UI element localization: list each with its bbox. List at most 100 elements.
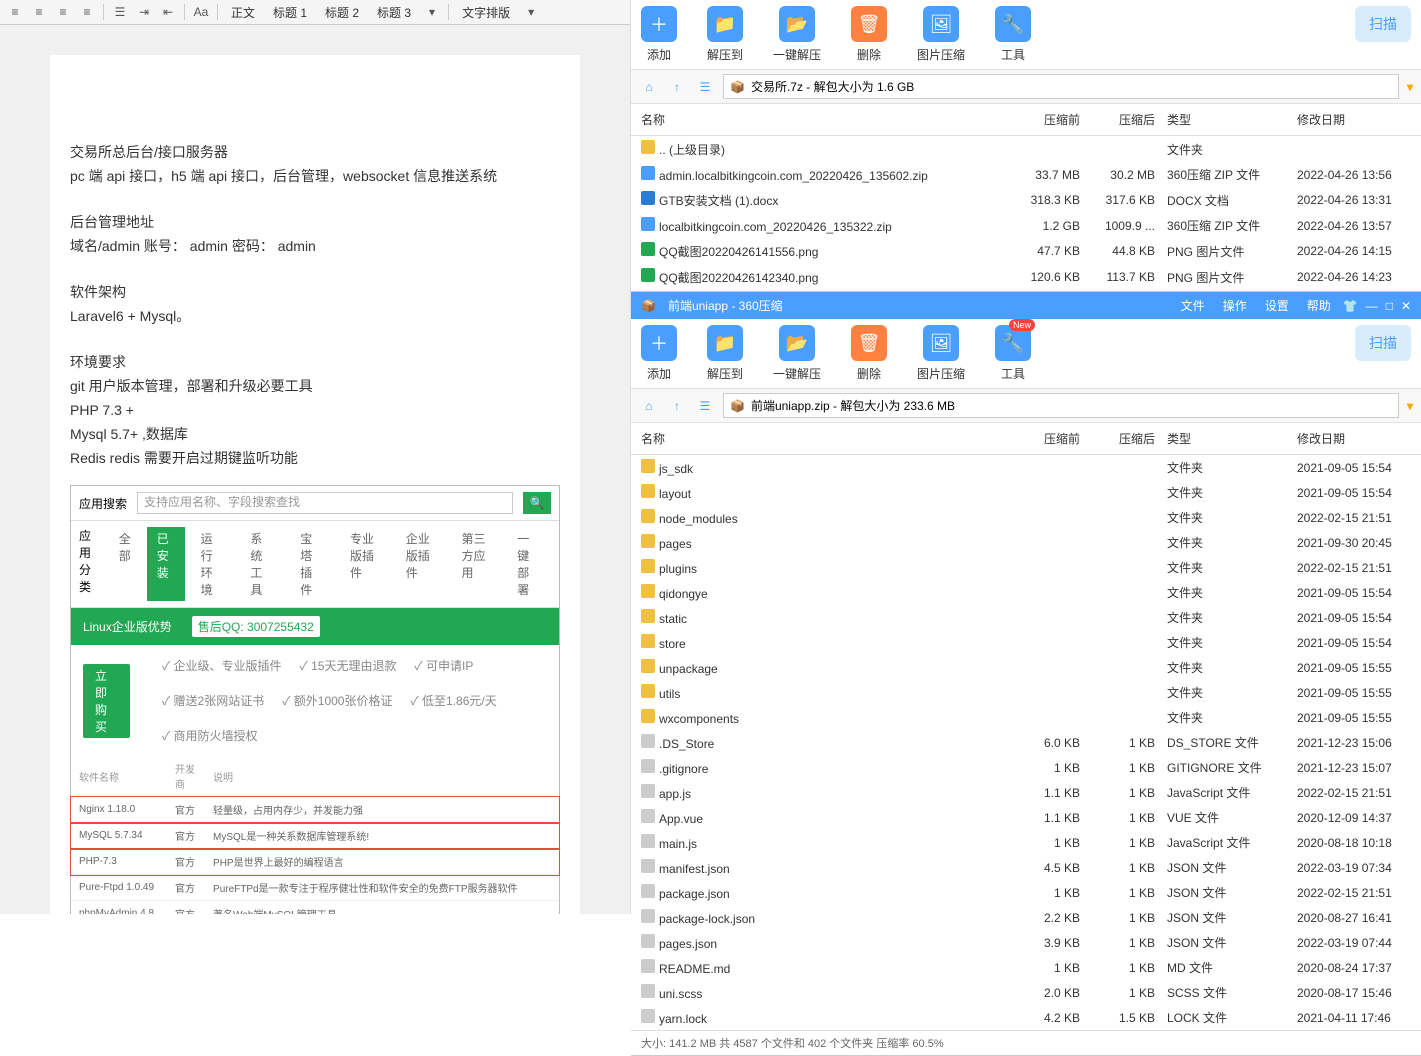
menu-settings[interactable]: 设置	[1265, 297, 1289, 314]
col-name[interactable]: 名称	[631, 427, 1011, 450]
file-row[interactable]: QQ截图20220426142354.png110.5 KB110.3 KBPN…	[631, 290, 1421, 291]
delete-button[interactable]: 🗑删除	[851, 325, 887, 382]
add-button[interactable]: ＋添加	[641, 325, 677, 382]
extract-to-button[interactable]: 📁解压到	[707, 325, 743, 382]
home-icon[interactable]: ⌂	[639, 77, 659, 97]
file-row[interactable]: README.md1 KB1 KBMD 文件2020-08-24 17:37	[631, 955, 1421, 980]
layout-drop-icon[interactable]: ▾	[520, 3, 542, 21]
col-date[interactable]: 修改日期	[1291, 427, 1421, 450]
menu-file[interactable]: 文件	[1181, 297, 1205, 314]
up-icon[interactable]: ↑	[667, 396, 687, 416]
file-row[interactable]: package.json1 KB1 KBJSON 文件2022-02-15 21…	[631, 880, 1421, 905]
file-row[interactable]: QQ截图20220426142340.png120.6 KB113.7 KBPN…	[631, 264, 1421, 290]
file-row[interactable]: localbitkingcoin.com_20220426_135322.zip…	[631, 213, 1421, 238]
file-row[interactable]: plugins文件夹2022-02-15 21:51	[631, 555, 1421, 580]
style-h1[interactable]: 标题 1	[265, 4, 315, 21]
file-row[interactable]: QQ截图20220426141556.png47.7 KB44.8 KBPNG …	[631, 238, 1421, 264]
style-h2[interactable]: 标题 2	[317, 4, 367, 21]
menu-help[interactable]: 帮助	[1307, 297, 1331, 314]
file-row[interactable]: node_modules文件夹2022-02-15 21:51	[631, 505, 1421, 530]
extract-to-button[interactable]: 📁解压到	[707, 6, 743, 63]
file-row[interactable]: pages文件夹2021-09-30 20:45	[631, 530, 1421, 555]
align-left-icon[interactable]: ≡	[4, 3, 26, 21]
style-more-icon[interactable]: ▾	[421, 3, 443, 21]
one-click-button[interactable]: 📂一键解压	[773, 6, 821, 63]
scan-button[interactable]: 扫描	[1355, 325, 1411, 361]
doc-line: 域名/admin 账号： admin 密码： admin	[70, 235, 560, 257]
up-icon[interactable]: ↑	[667, 77, 687, 97]
col-after[interactable]: 压缩后	[1086, 108, 1161, 131]
document-area[interactable]: 交易所总后台/接口服务器 pc 端 api 接口，h5 端 api 接口，后台管…	[0, 25, 630, 914]
file-row[interactable]: pages.json3.9 KB1 KBJSON 文件2022-03-19 07…	[631, 930, 1421, 955]
list-view-icon[interactable]: ☰	[695, 77, 715, 97]
path-dropdown-icon[interactable]: ▾	[1407, 399, 1413, 413]
file-row[interactable]: App.vue1.1 KB1 KBVUE 文件2020-12-09 14:37	[631, 805, 1421, 830]
maximize-icon[interactable]: □	[1386, 299, 1393, 313]
file-row[interactable]: qidongye文件夹2021-09-05 15:54	[631, 580, 1421, 605]
file-row[interactable]: app.js1.1 KB1 KBJavaScript 文件2022-02-15 …	[631, 780, 1421, 805]
file-row[interactable]: store文件夹2021-09-05 15:54	[631, 630, 1421, 655]
text-layout[interactable]: 文字排版	[454, 4, 518, 21]
extract-icon: 📁	[707, 325, 743, 361]
menu-operation[interactable]: 操作	[1223, 297, 1247, 314]
panel-tab: 一键部署	[507, 527, 551, 601]
outdent-icon[interactable]: ⇤	[157, 3, 179, 21]
img-compress-button[interactable]: 🖼图片压缩	[917, 6, 965, 63]
skin-icon[interactable]: 👕	[1343, 299, 1358, 313]
col-before[interactable]: 压缩前	[1011, 427, 1086, 450]
align-justify-icon[interactable]: ≡	[76, 3, 98, 21]
tools-button[interactable]: 🔧工具	[995, 6, 1031, 63]
file-row[interactable]: package-lock.json2.2 KB1 KBJSON 文件2020-0…	[631, 905, 1421, 930]
add-button[interactable]: ＋添加	[641, 6, 677, 63]
file-row[interactable]: utils文件夹2021-09-05 15:55	[631, 680, 1421, 705]
list-view-icon[interactable]: ☰	[695, 396, 715, 416]
file-row[interactable]: .gitignore1 KB1 KBGITIGNORE 文件2021-12-23…	[631, 755, 1421, 780]
file-row[interactable]: main.js1 KB1 KBJavaScript 文件2020-08-18 1…	[631, 830, 1421, 855]
img-compress-button[interactable]: 🖼图片压缩	[917, 325, 965, 382]
window-title: 前端uniapp - 360压缩	[668, 297, 1169, 314]
file-row[interactable]: .DS_Store6.0 KB1 KBDS_STORE 文件2021-12-23…	[631, 730, 1421, 755]
path-input[interactable]: 📦 前端uniapp.zip - 解包大小为 233.6 MB	[723, 393, 1399, 418]
col-after[interactable]: 压缩后	[1086, 427, 1161, 450]
close-icon[interactable]: ✕	[1401, 299, 1411, 313]
col-before[interactable]: 压缩前	[1011, 108, 1086, 131]
col-date[interactable]: 修改日期	[1291, 108, 1421, 131]
path-dropdown-icon[interactable]: ▾	[1407, 80, 1413, 94]
file-row[interactable]: admin.localbitkingcoin.com_20220426_1356…	[631, 162, 1421, 187]
cell-after: 1 KB	[1086, 733, 1161, 753]
cell-type: SCSS 文件	[1161, 981, 1291, 1004]
file-row[interactable]: layout文件夹2021-09-05 15:54	[631, 480, 1421, 505]
style-normal[interactable]: 正文	[223, 4, 263, 21]
file-row[interactable]: manifest.json4.5 KB1 KBJSON 文件2022-03-19…	[631, 855, 1421, 880]
arc1-rows: .. (上级目录)文件夹admin.localbitkingcoin.com_2…	[631, 136, 1421, 291]
minimize-icon[interactable]: —	[1366, 299, 1378, 313]
file-row[interactable]: unpackage文件夹2021-09-05 15:55	[631, 655, 1421, 680]
file-row[interactable]: GTB安装文档 (1).docx318.3 KB317.6 KBDOCX 文档2…	[631, 187, 1421, 213]
list-icon[interactable]: ☰	[109, 3, 131, 21]
format-icon[interactable]: Aa	[190, 3, 212, 21]
cell-date: 2021-09-05 15:55	[1291, 683, 1421, 703]
file-row[interactable]: uni.scss2.0 KB1 KBSCSS 文件2020-08-17 15:4…	[631, 980, 1421, 1005]
file-row[interactable]: .. (上级目录)文件夹	[631, 136, 1421, 162]
file-row[interactable]: static文件夹2021-09-05 15:54	[631, 605, 1421, 630]
one-click-button[interactable]: 📂一键解压	[773, 325, 821, 382]
style-h3[interactable]: 标题 3	[369, 4, 419, 21]
file-row[interactable]: js_sdk文件夹2021-09-05 15:54	[631, 455, 1421, 480]
cell-type: 文件夹	[1161, 631, 1291, 654]
col-type[interactable]: 类型	[1161, 108, 1291, 131]
tools-button[interactable]: 🔧工具	[995, 325, 1031, 382]
path-input[interactable]: 📦 交易所.7z - 解包大小为 1.6 GB	[723, 74, 1399, 99]
col-name[interactable]: 名称	[631, 108, 1011, 131]
cell-date: 2020-08-27 16:41	[1291, 908, 1421, 928]
col-type[interactable]: 类型	[1161, 427, 1291, 450]
file-row[interactable]: wxcomponents文件夹2021-09-05 15:55	[631, 705, 1421, 730]
align-center-icon[interactable]: ≡	[28, 3, 50, 21]
indent-icon[interactable]: ⇥	[133, 3, 155, 21]
archive-icon: 📦	[730, 399, 745, 413]
home-icon[interactable]: ⌂	[639, 396, 659, 416]
align-right-icon[interactable]: ≡	[52, 3, 74, 21]
file-row[interactable]: yarn.lock4.2 KB1.5 KBLOCK 文件2021-04-11 1…	[631, 1005, 1421, 1030]
scan-button[interactable]: 扫描	[1355, 6, 1411, 42]
file-icon	[641, 534, 655, 548]
delete-button[interactable]: 🗑删除	[851, 6, 887, 63]
